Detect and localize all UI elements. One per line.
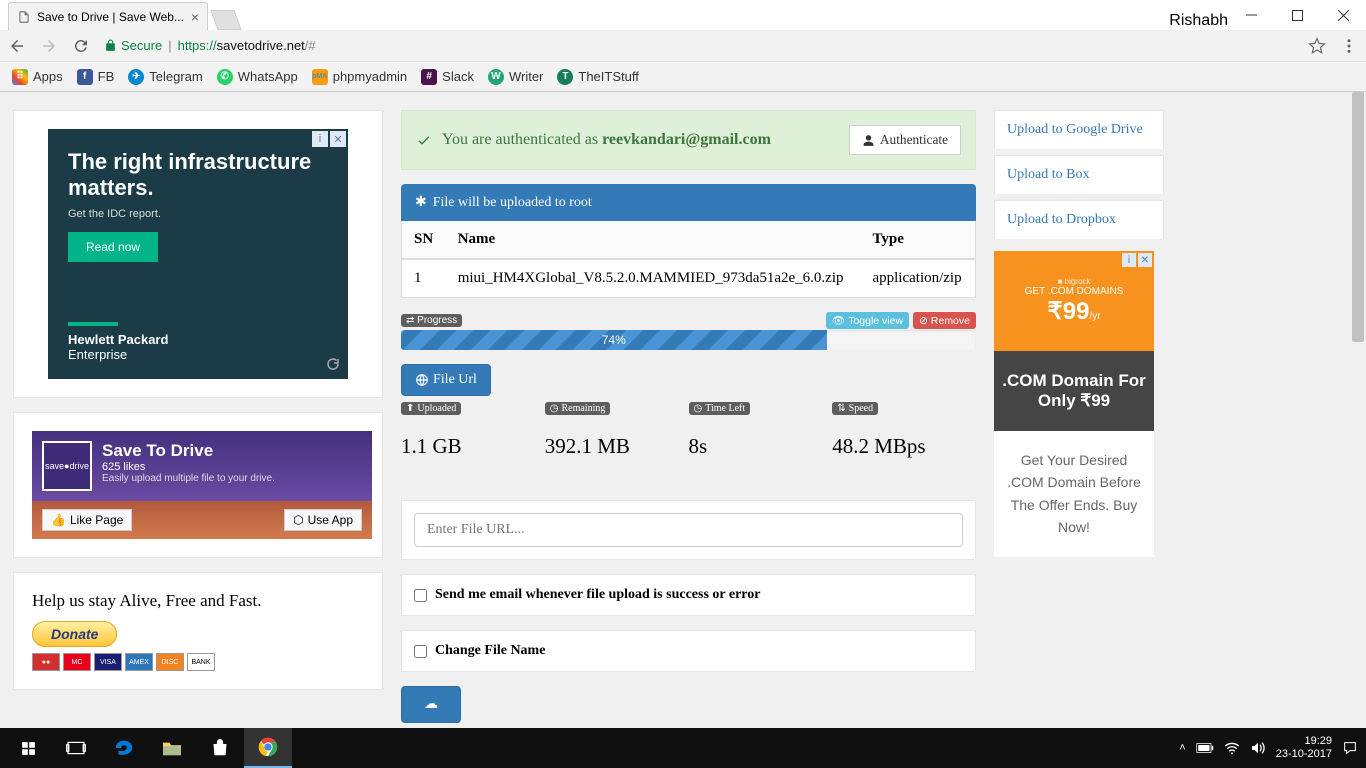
bookmark-star-icon[interactable] xyxy=(1308,37,1326,55)
explorer-button[interactable] xyxy=(148,728,196,768)
window-maximize-button[interactable] xyxy=(1274,0,1320,30)
sidebar-link-dropbox[interactable]: Upload to Dropbox xyxy=(994,200,1164,239)
file-url-input[interactable] xyxy=(414,513,963,547)
start-button[interactable] xyxy=(4,728,52,768)
back-button[interactable] xyxy=(8,37,26,55)
bookmark-writer[interactable]: WWriter xyxy=(488,69,543,85)
user-icon xyxy=(862,134,875,147)
sort-icon: ⇅ xyxy=(837,403,845,414)
ad-cta-button[interactable]: Read now xyxy=(68,232,158,262)
help-text: Help us stay Alive, Free and Fast. xyxy=(32,591,364,611)
bookmark-theitstuff[interactable]: TTheITStuff xyxy=(557,69,638,85)
phpmyadmin-icon: pMA xyxy=(312,69,328,85)
file-url-button[interactable]: File Url xyxy=(401,364,491,396)
clock-icon: ◷ xyxy=(694,403,703,414)
ad-info-icon[interactable]: i xyxy=(312,131,328,147)
exchange-icon: ⇄ xyxy=(406,315,414,326)
thumbs-up-icon: 👍 xyxy=(51,513,66,527)
ad-close-icon[interactable]: ✕ xyxy=(330,131,346,147)
window-close-button[interactable] xyxy=(1320,0,1366,30)
bookmark-telegram[interactable]: ✈Telegram xyxy=(128,69,202,85)
sidebar-link-box[interactable]: Upload to Box xyxy=(994,155,1164,194)
slack-icon: # xyxy=(421,69,437,85)
upload-icon: ⬆ xyxy=(406,403,414,414)
fb-like-button[interactable]: 👍Like Page xyxy=(42,509,132,531)
clock-icon: ◷ xyxy=(550,403,559,414)
notifications-icon[interactable] xyxy=(1342,740,1358,756)
progress-bar: 74% xyxy=(401,330,976,350)
url-field[interactable]: Secure | https://savetodrive.net/# xyxy=(104,38,1294,53)
page-scrollbar[interactable] xyxy=(1350,92,1366,728)
donate-button[interactable]: Donate xyxy=(32,621,117,647)
theitstuff-icon: T xyxy=(557,69,573,85)
check-icon xyxy=(416,132,432,148)
bookmark-apps[interactable]: ⠿Apps xyxy=(12,69,63,85)
chrome-menu-icon[interactable] xyxy=(1340,37,1358,55)
cloud-upload-icon: ☁ xyxy=(424,696,438,713)
wifi-icon[interactable] xyxy=(1224,741,1240,755)
new-tab-button[interactable] xyxy=(210,10,241,30)
bookmark-fb[interactable]: fFB xyxy=(77,69,115,85)
payment-icons: ●●MCVISAAMEXDISCBANK xyxy=(32,653,364,671)
upload-button[interactable]: ☁ xyxy=(401,686,461,723)
apps-icon: ⠿ xyxy=(12,69,28,85)
taskview-button[interactable] xyxy=(52,728,100,768)
asterisk-icon: ✱ xyxy=(415,194,427,211)
reload-button[interactable] xyxy=(72,37,90,55)
tab-title: Save to Drive | Save Web... xyxy=(37,10,184,24)
tray-expand-icon[interactable]: ˄ xyxy=(1179,742,1185,754)
toggle-view-button[interactable]: 👁Toggle view xyxy=(826,312,909,329)
address-bar: Secure | https://savetodrive.net/# xyxy=(0,30,1366,62)
forward-button[interactable] xyxy=(40,37,58,55)
auth-alert: You are authenticated as reevkandari@gma… xyxy=(401,110,976,170)
authenticate-button[interactable]: Authenticate xyxy=(849,125,961,155)
bookmarks-bar: ⠿Apps fFB ✈Telegram ✆WhatsApp pMAphpmyad… xyxy=(0,62,1366,92)
store-button[interactable] xyxy=(196,728,244,768)
email-notify-checkbox[interactable]: Send me email whenever file upload is su… xyxy=(414,587,963,603)
taskbar-clock[interactable]: 19:2923-10-2017 xyxy=(1276,735,1332,761)
ad-domain[interactable]: i ✕ ■ bigrock GET .COM DOMAINS ₹99/yr .C… xyxy=(994,251,1154,557)
fb-like-box: save●drive Save To Drive 625 likes Easil… xyxy=(32,431,372,539)
eye-icon: 👁 xyxy=(832,314,845,327)
page-icon xyxy=(17,10,31,24)
page-viewport: i ✕ The right infrastructure matters. Ge… xyxy=(0,92,1366,728)
bookmark-whatsapp[interactable]: ✆WhatsApp xyxy=(217,69,298,85)
battery-icon[interactable] xyxy=(1196,742,1214,754)
lock-icon xyxy=(104,39,117,52)
fb-use-app-button[interactable]: ⬡Use App xyxy=(284,509,362,531)
edge-button[interactable] xyxy=(100,728,148,768)
globe-icon xyxy=(415,373,429,387)
window-minimize-button[interactable] xyxy=(1228,0,1274,30)
rename-checkbox[interactable]: Change File Name xyxy=(414,643,963,659)
upload-panel: ✱ File will be uploaded to root SNNameTy… xyxy=(401,184,976,298)
tab-close-icon[interactable]: × xyxy=(191,9,199,25)
tab-strip: Save to Drive | Save Web... × Rishabh xyxy=(0,0,1366,30)
file-table: SNNameType 1 miui_HM4XGlobal_V8.5.2.0.MA… xyxy=(402,221,975,297)
ad-close-icon[interactable]: ✕ xyxy=(1138,253,1152,267)
volume-icon[interactable] xyxy=(1250,741,1266,755)
whatsapp-icon: ✆ xyxy=(217,69,233,85)
ad-refresh-icon xyxy=(326,357,340,371)
chrome-button[interactable] xyxy=(244,728,292,768)
facebook-icon: f xyxy=(77,69,93,85)
telegram-icon: ✈ xyxy=(128,69,144,85)
ad-info-icon[interactable]: i xyxy=(1122,253,1136,267)
writer-icon: W xyxy=(488,69,504,85)
ad-hpe[interactable]: i ✕ The right infrastructure matters. Ge… xyxy=(48,129,348,379)
windows-taskbar: ˄ 19:2923-10-2017 xyxy=(0,728,1366,768)
progress-section: ⇄ Progress 👁Toggle view ⊘Remove 74% xyxy=(401,330,976,350)
box-icon: ⬡ xyxy=(293,513,303,527)
transfer-stats: ⬆Uploaded1.1 GB ◷Remaining392.1 MB ◷Time… xyxy=(401,398,976,459)
secure-indicator: Secure xyxy=(104,38,162,53)
bookmark-phpmyadmin[interactable]: pMAphpmyadmin xyxy=(312,69,407,85)
sidebar-link-gdrive[interactable]: Upload to Google Drive xyxy=(994,110,1164,149)
remove-button[interactable]: ⊘Remove xyxy=(913,312,976,329)
fb-page-logo: save●drive xyxy=(42,441,92,491)
browser-tab[interactable]: Save to Drive | Save Web... × xyxy=(8,2,208,30)
windows-user: Rishabh xyxy=(1169,12,1228,30)
trash-icon: ⊘ xyxy=(919,315,928,327)
table-row: 1 miui_HM4XGlobal_V8.5.2.0.MAMMIED_973da… xyxy=(402,259,975,297)
bookmark-slack[interactable]: #Slack xyxy=(421,69,474,85)
